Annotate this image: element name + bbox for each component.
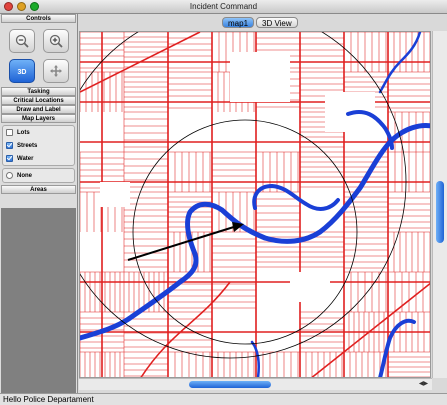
zoom-in-icon [49,34,63,48]
map-view[interactable] [79,31,431,378]
areas-panel [1,208,76,393]
none-label: None [17,172,32,179]
map-canvas[interactable] [80,32,431,378]
map-layers-header[interactable]: Map Layers [1,114,76,123]
zoom-in-button[interactable] [42,29,69,53]
none-radio[interactable] [6,172,13,179]
river-south-branch [378,318,416,377]
layer-label: Streets [17,142,38,149]
tab-3d-view[interactable]: 3D View [256,17,298,28]
sidebar: Controls 3D Tasking Critical Locations D… [0,14,78,393]
tool-grid: 3D [0,23,77,87]
horizontal-scrollbar[interactable]: ◀▶ [79,378,432,390]
water-checkbox[interactable] [6,155,13,162]
status-text: Hello Police Departament [3,395,94,404]
none-panel: None [2,168,75,183]
title-bar: Incident Command [0,0,447,14]
areas-header[interactable]: Areas [1,185,76,194]
layer-water[interactable]: Water [3,152,74,165]
open-area [230,52,290,102]
vertical-scroll-thumb[interactable] [436,181,444,243]
layer-label: Lots [17,129,30,136]
vertical-scrollbar[interactable] [432,31,447,378]
draw-and-label-header[interactable]: Draw and Label [1,105,76,114]
layers-panel: Lots Streets Water [2,125,75,166]
pan-button[interactable] [42,59,69,83]
open-area [290,272,330,302]
river-inner-bend [252,184,340,211]
scroll-arrows-icon[interactable]: ◀▶ [415,379,432,390]
open-area [100,182,130,207]
3d-label: 3D [17,69,26,76]
controls-header: Controls [1,14,76,23]
incident-vector [127,225,238,261]
3d-icon: 3D [17,69,26,76]
streets-checkbox[interactable] [6,142,13,149]
layer-label: Water [17,155,34,162]
tasking-header[interactable]: Tasking [1,87,76,96]
status-bar: Hello Police Departament [0,393,447,405]
lots-checkbox[interactable] [6,129,13,136]
pan-arrows-icon [49,65,62,77]
none-option[interactable]: None [3,169,74,182]
critical-locations-header[interactable]: Critical Locations [1,96,76,105]
zoom-out-icon [15,34,29,48]
tab-bar: map1 3D View [78,14,447,30]
layer-streets[interactable]: Streets [3,139,74,152]
zoom-out-button[interactable] [8,29,35,53]
3d-button[interactable]: 3D [8,59,35,83]
window-title: Incident Command [189,2,258,11]
horizontal-scroll-thumb[interactable] [189,381,271,388]
layer-lots[interactable]: Lots [3,126,74,139]
tab-map1[interactable]: map1 [222,17,255,28]
